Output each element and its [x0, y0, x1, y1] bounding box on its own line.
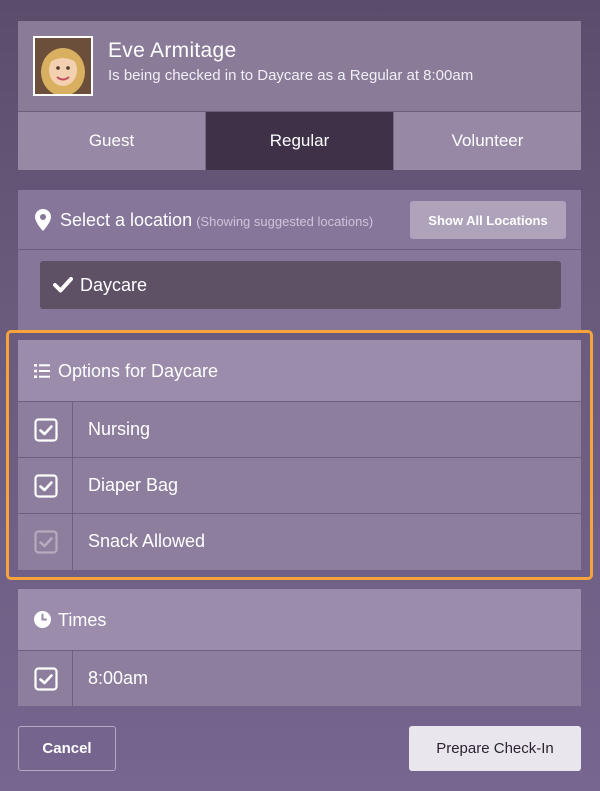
- options-header: Options for Daycare: [18, 340, 581, 402]
- checkin-summary: Is being checked in to Daycare as a Regu…: [108, 67, 474, 84]
- tab-volunteer[interactable]: Volunteer: [393, 112, 581, 170]
- checkin-type-tabs: Guest Regular Volunteer: [18, 111, 581, 170]
- checkmark-icon: [53, 277, 73, 293]
- checkbox-checked-icon[interactable]: [34, 418, 58, 442]
- checkbox-checked-icon[interactable]: [34, 667, 58, 691]
- child-photo-icon: [35, 38, 91, 94]
- clock-icon: [34, 611, 51, 628]
- row-divider: [72, 514, 73, 570]
- location-hint: (Showing suggested locations): [196, 214, 374, 229]
- location-panel: Select a location (Showing suggested loca…: [18, 190, 581, 330]
- options-panel: Options for Daycare Nursing Diaper Bag S…: [18, 340, 581, 570]
- show-all-locations-button[interactable]: Show All Locations: [410, 201, 566, 239]
- time-row-800am[interactable]: 8:00am: [18, 651, 581, 706]
- checkbox-checked-icon[interactable]: [34, 474, 58, 498]
- avatar: [33, 36, 93, 96]
- row-divider: [72, 458, 73, 513]
- location-option-label: Daycare: [80, 275, 148, 295]
- map-pin-icon: [35, 209, 51, 231]
- prepare-checkin-button[interactable]: Prepare Check-In: [409, 726, 581, 771]
- option-label: Nursing: [88, 419, 151, 439]
- person-name: Eve Armitage: [108, 39, 237, 62]
- times-title: Times: [58, 610, 107, 630]
- times-header: Times: [18, 589, 581, 651]
- location-option-daycare[interactable]: Daycare: [40, 261, 561, 309]
- options-title: Options for Daycare: [58, 361, 219, 381]
- tab-guest[interactable]: Guest: [18, 112, 205, 170]
- option-label: Diaper Bag: [88, 475, 179, 495]
- tab-regular[interactable]: Regular: [205, 112, 393, 170]
- times-panel: Times 8:00am: [18, 589, 581, 706]
- list-icon: [34, 364, 50, 378]
- option-row-diaper-bag[interactable]: Diaper Bag: [18, 458, 581, 514]
- row-divider: [72, 402, 73, 457]
- option-row-snack-allowed[interactable]: Snack Allowed: [18, 514, 581, 570]
- option-row-nursing[interactable]: Nursing: [18, 402, 581, 458]
- row-divider: [72, 651, 73, 706]
- location-header: Select a location (Showing suggested loca…: [18, 190, 581, 250]
- option-label: Snack Allowed: [88, 531, 206, 551]
- time-label: 8:00am: [88, 668, 149, 688]
- location-title-text: Select a location: [60, 210, 193, 230]
- cancel-button[interactable]: Cancel: [18, 726, 116, 771]
- location-title: Select a location (Showing suggested loca…: [60, 210, 373, 231]
- person-header: Eve Armitage Is being checked in to Dayc…: [18, 21, 581, 111]
- checkbox-disabled-icon[interactable]: [34, 530, 58, 554]
